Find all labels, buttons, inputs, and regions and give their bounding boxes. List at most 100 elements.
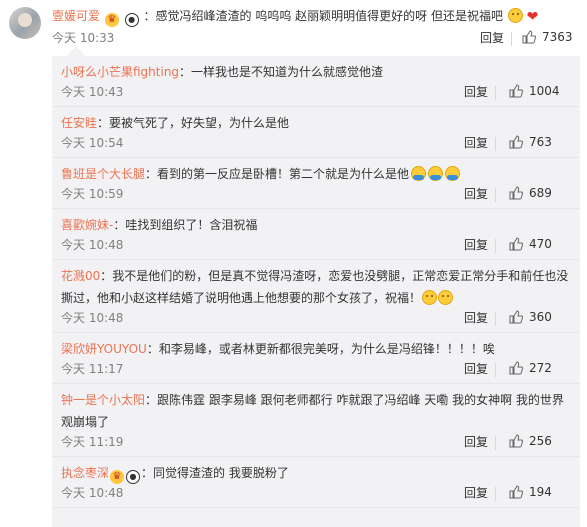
divider <box>511 32 512 46</box>
thumbs-up-icon <box>509 434 523 448</box>
reply-text: ：我不是他们的粉，但是真不觉得冯渣呀，恋爱也没劈腿，正常恋爱正常分手和前任也没撕… <box>61 269 569 305</box>
avatar[interactable] <box>9 7 41 39</box>
smile-emoji-icon <box>422 290 438 305</box>
reply-text-line: 任安眭：要被气死了，好失望，为什么是他 <box>61 112 571 134</box>
divider <box>495 312 496 326</box>
reply-time: 今天 10:48 <box>61 486 124 500</box>
username-link[interactable]: 梁欣妍YOUYOU <box>61 342 147 356</box>
reply-text: ：一样我也是不知道为什么就感觉他渣 <box>179 65 384 79</box>
panda-badge-icon: ● <box>124 13 139 27</box>
smile-emoji-icon <box>438 290 454 305</box>
reply-text-line: 鲁班是个大长腿：看到的第一反应是卧槽！第二个就是为什么是他 <box>61 163 571 185</box>
reply-button[interactable]: 回复 <box>464 185 488 202</box>
like-button[interactable]: 470 <box>509 237 552 251</box>
reply-item: 鲁班是个大长腿：看到的第一反应是卧槽！第二个就是为什么是他 今天 10:59 回… <box>52 158 580 209</box>
top-comment: 壹媛可爱 ♛ ● ：感觉冯绍峰渣渣的 呜呜呜 赵丽颖明明值得更好的呀 但还是祝福… <box>0 0 587 52</box>
reply-item: 喜歡婉妹-：哇找到组织了！含泪祝福 今天 10:48 回复 470 <box>52 209 580 260</box>
reply-time: 今天 10:48 <box>61 311 124 325</box>
like-count: 1004 <box>529 84 560 98</box>
replies-panel: 小呀么小芒果fighting：一样我也是不知道为什么就感觉他渣 今天 10:43… <box>52 56 580 527</box>
like-count: 360 <box>529 310 552 324</box>
divider <box>495 137 496 151</box>
username-link[interactable]: 花溅00 <box>61 269 100 283</box>
reply-text: ：哇找到组织了！含泪祝福 <box>113 218 258 232</box>
reply-text-line: 梁欣妍YOUYOU：和李易峰，或者林更新都很完美呀，为什么是冯绍锋！！！！唉 <box>61 338 571 360</box>
like-count: 256 <box>529 434 552 448</box>
username-link[interactable]: 任安眭 <box>61 116 97 130</box>
reply-item: 小呀么小芒果fighting：一样我也是不知道为什么就感觉他渣 今天 10:43… <box>52 56 580 107</box>
reply-text: ：要被气死了，好失望，为什么是他 <box>97 116 290 130</box>
reply-item: 花溅00：我不是他们的粉，但是真不觉得冯渣呀，恋爱也没劈腿，正常恋爱正常分手和前… <box>52 260 580 333</box>
heart-icon: ❤ <box>526 9 539 25</box>
reply-text-line: 钟一是个小太阳：跟陈伟霆 跟李易峰 跟何老师都行 咋就跟了冯绍峰 天嘞 我的女神… <box>61 389 571 433</box>
hug-emoji-icon <box>445 166 461 181</box>
like-button[interactable]: 1004 <box>509 84 560 98</box>
thumbs-up-icon <box>509 361 523 375</box>
like-count: 763 <box>529 135 552 149</box>
reply-item: 执念枣深 ♛ ● ：同觉得渣渣的 我要脱粉了 今天 10:48 回复 194 <box>52 457 580 508</box>
hug-emoji-icon <box>428 166 444 181</box>
reply-button[interactable]: 回复 <box>464 83 488 100</box>
reply-time: 今天 10:54 <box>61 136 124 150</box>
gold-badge-icon: ♛ <box>104 13 119 27</box>
reply-button[interactable]: 回复 <box>464 360 488 377</box>
comment-text-line: 壹媛可爱 ♛ ● ：感觉冯绍峰渣渣的 呜呜呜 赵丽颖明明值得更好的呀 但还是祝福… <box>52 6 582 27</box>
like-count: 272 <box>529 361 552 375</box>
like-count: 470 <box>529 237 552 251</box>
thumbs-up-icon <box>509 135 523 149</box>
comment-text: ：感觉冯绍峰渣渣的 呜呜呜 赵丽颖明明值得更好的呀 但还是祝福吧 <box>143 9 503 23</box>
reply-text: ：看到的第一反应是卧槽！第二个就是为什么是他 <box>145 167 410 181</box>
username-link[interactable]: 喜歡婉妹- <box>61 218 113 232</box>
reply-button[interactable]: 回复 <box>464 309 488 326</box>
username-link[interactable]: 小呀么小芒果fighting <box>61 65 179 79</box>
reply-item: 梁欣妍YOUYOU：和李易峰，或者林更新都很完美呀，为什么是冯绍锋！！！！唉 今… <box>52 333 580 384</box>
reply-button[interactable]: 回复 <box>464 134 488 151</box>
reply-item: 任安眭：要被气死了，好失望，为什么是他 今天 10:54 回复 763 <box>52 107 580 158</box>
divider <box>495 363 496 377</box>
reply-text-line: 执念枣深 ♛ ● ：同觉得渣渣的 我要脱粉了 <box>61 462 571 484</box>
like-count: 689 <box>529 186 552 200</box>
like-button[interactable]: 272 <box>509 361 552 375</box>
like-count: 194 <box>529 485 552 499</box>
reply-time: 今天 11:19 <box>61 435 124 449</box>
divider <box>495 86 496 100</box>
like-button[interactable]: 763 <box>509 135 552 149</box>
thumbs-up-icon <box>509 84 523 98</box>
divider <box>495 188 496 202</box>
reply-text-line: 花溅00：我不是他们的粉，但是真不觉得冯渣呀，恋爱也没劈腿，正常恋爱正常分手和前… <box>61 265 571 309</box>
username-link[interactable]: 钟一是个小太阳 <box>61 393 145 407</box>
reply-text-line: 小呀么小芒果fighting：一样我也是不知道为什么就感觉他渣 <box>61 61 571 83</box>
like-button[interactable]: 194 <box>509 485 552 499</box>
thumbs-up-icon <box>509 186 523 200</box>
like-count: 7363 <box>542 30 573 44</box>
reply-time: 今天 10:48 <box>61 238 124 252</box>
thumbs-up-icon <box>509 310 523 324</box>
sad-face-emoji-icon <box>507 8 523 23</box>
like-button[interactable]: 360 <box>509 310 552 324</box>
divider <box>495 436 496 450</box>
reply-button[interactable]: 回复 <box>464 484 488 501</box>
reply-text-line: 喜歡婉妹-：哇找到组织了！含泪祝福 <box>61 214 571 236</box>
reply-text: ：同觉得渣渣的 我要脱粉了 <box>141 466 289 480</box>
hug-emoji-icon <box>411 166 427 181</box>
username-link[interactable]: 壹媛可爱 <box>52 9 100 23</box>
username-link[interactable]: 鲁班是个大长腿 <box>61 167 145 181</box>
thumbs-up-icon <box>509 237 523 251</box>
divider <box>495 487 496 501</box>
username-link[interactable]: 执念枣深 <box>61 466 109 480</box>
reply-text: ：和李易峰，或者林更新都很完美呀，为什么是冯绍锋！！！！唉 <box>146 342 495 356</box>
reply-button[interactable]: 回复 <box>464 433 488 450</box>
like-button[interactable]: 256 <box>509 434 552 448</box>
reply-button[interactable]: 回复 <box>464 236 488 253</box>
like-button[interactable]: 689 <box>509 186 552 200</box>
like-button[interactable]: 7363 <box>522 30 573 44</box>
gold-badge-icon: ♛ <box>110 470 125 484</box>
thumbs-up-icon <box>522 30 536 44</box>
reply-time: 今天 10:43 <box>61 85 124 99</box>
reply-button[interactable]: 回复 <box>480 28 504 48</box>
reply-time: 今天 10:59 <box>61 187 124 201</box>
divider <box>495 239 496 253</box>
thumbs-up-icon <box>509 485 523 499</box>
comment-time: 今天 10:33 <box>52 31 115 45</box>
reply-time: 今天 11:17 <box>61 362 124 376</box>
